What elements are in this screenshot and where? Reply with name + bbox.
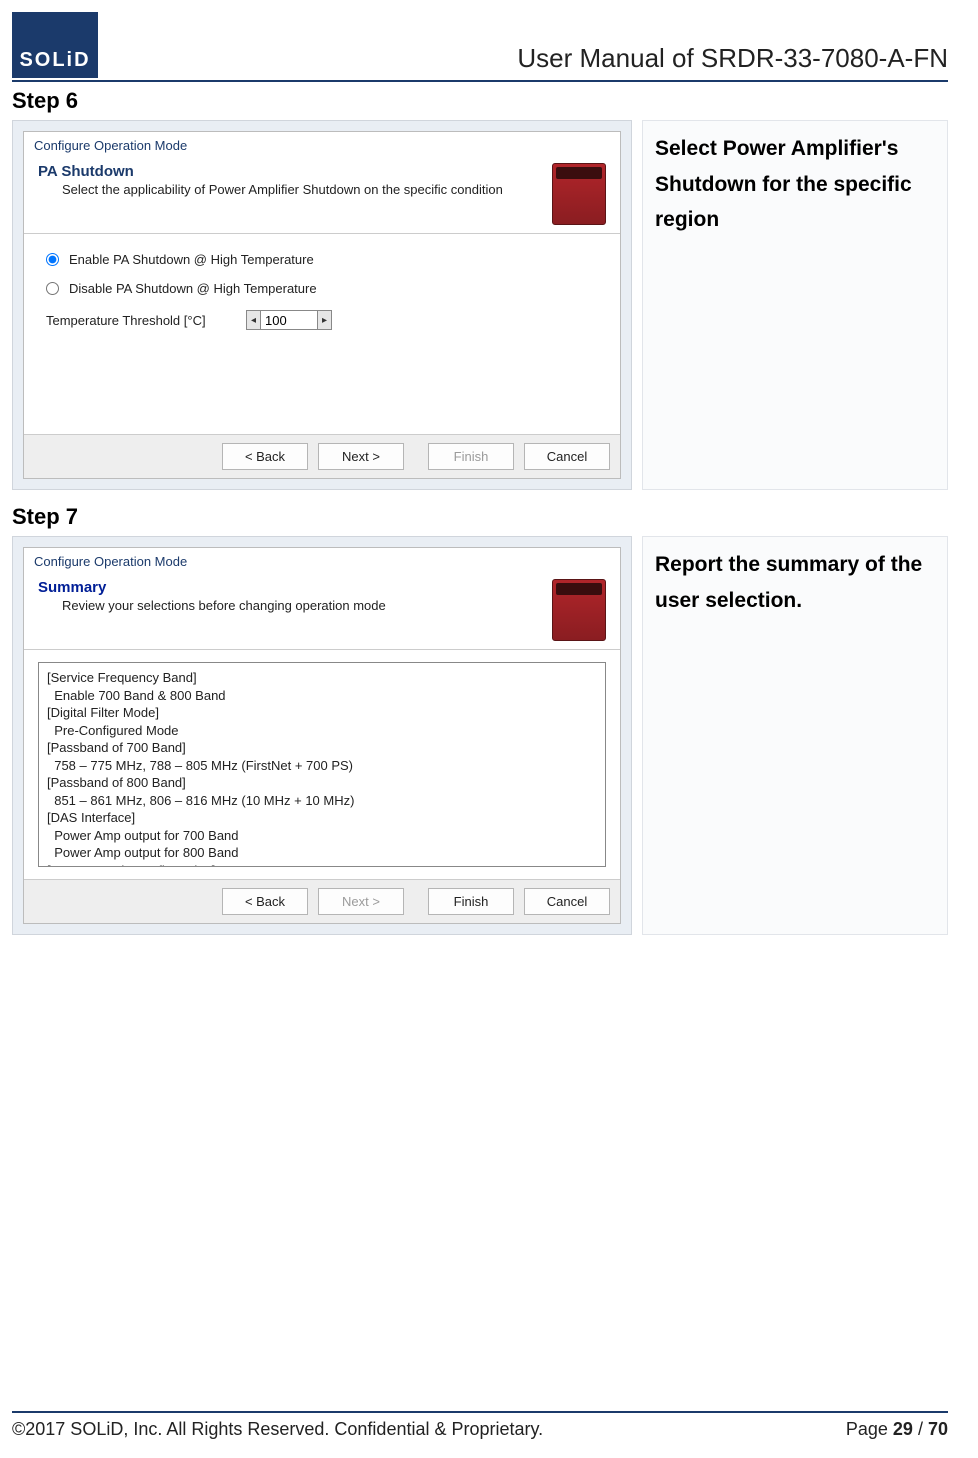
radio-disable-label: Disable PA Shutdown @ High Temperature [69, 281, 317, 296]
logo: SOLiD [12, 12, 98, 78]
radio-enable-row: Enable PA Shutdown @ High Temperature [46, 252, 598, 267]
temp-increment-button[interactable]: ▸ [317, 311, 331, 329]
step6-description: Select Power Amplifier's Shutdown for th… [642, 120, 948, 490]
next-button[interactable]: Next > [318, 443, 404, 470]
finish-button: Finish [428, 443, 514, 470]
step6-window-footer: < Back Next > Finish Cancel [24, 434, 620, 478]
manual-title: User Manual of SRDR-33-7080-A-FN [114, 43, 948, 78]
finish-button[interactable]: Finish [428, 888, 514, 915]
temp-threshold-label: Temperature Threshold [°C] [46, 313, 236, 328]
step7-window: Configure Operation Mode Summary Review … [23, 547, 621, 924]
step7-label: Step 7 [12, 504, 948, 530]
page-header: SOLiD User Manual of SRDR-33-7080-A-FN [12, 12, 948, 82]
summary-textarea[interactable]: [Service Frequency Band] Enable 700 Band… [38, 662, 606, 867]
device-icon [552, 579, 606, 641]
copyright: ©2017 SOLiD, Inc. All Rights Reserved. C… [12, 1419, 543, 1440]
radio-disable-row: Disable PA Shutdown @ High Temperature [46, 281, 598, 296]
step7-window-head: Summary Review your selections before ch… [24, 575, 620, 650]
temp-threshold-input[interactable] [261, 312, 317, 329]
step6-row: Configure Operation Mode PA Shutdown Sel… [12, 120, 948, 490]
radio-enable[interactable] [46, 253, 59, 266]
step7-subheading: Review your selections before changing o… [38, 598, 542, 613]
back-button[interactable]: < Back [222, 888, 308, 915]
radio-enable-label: Enable PA Shutdown @ High Temperature [69, 252, 314, 267]
page-total: 70 [928, 1419, 948, 1439]
step7-window-title: Configure Operation Mode [24, 548, 620, 575]
step7-screenshot-cell: Configure Operation Mode Summary Review … [12, 536, 632, 935]
step7-window-footer: < Back Next > Finish Cancel [24, 879, 620, 923]
page-footer: ©2017 SOLiD, Inc. All Rights Reserved. C… [12, 1411, 948, 1440]
device-icon [552, 163, 606, 225]
step6-window-body: Enable PA Shutdown @ High Temperature Di… [24, 234, 620, 434]
temp-decrement-button[interactable]: ◂ [247, 311, 261, 329]
radio-disable[interactable] [46, 282, 59, 295]
step6-subheading: Select the applicability of Power Amplif… [38, 182, 542, 197]
step6-window-head: PA Shutdown Select the applicability of … [24, 159, 620, 234]
back-button[interactable]: < Back [222, 443, 308, 470]
step7-head-text: Summary Review your selections before ch… [38, 579, 542, 613]
page-sep: / [913, 1419, 928, 1439]
step7-window-body: [Service Frequency Band] Enable 700 Band… [24, 650, 620, 879]
page-prefix: Page [846, 1419, 893, 1439]
step7-description: Report the summary of the user selection… [642, 536, 948, 935]
step6-window: Configure Operation Mode PA Shutdown Sel… [23, 131, 621, 479]
page-current: 29 [893, 1419, 913, 1439]
page-indicator: Page 29 / 70 [846, 1419, 948, 1440]
cancel-button[interactable]: Cancel [524, 888, 610, 915]
temp-threshold-field: ◂ ▸ [246, 310, 332, 330]
step6-heading: PA Shutdown [38, 163, 542, 180]
step6-screenshot-cell: Configure Operation Mode PA Shutdown Sel… [12, 120, 632, 490]
step6-label: Step 6 [12, 88, 948, 114]
step6-window-title: Configure Operation Mode [24, 132, 620, 159]
step7-heading: Summary [38, 579, 542, 596]
cancel-button[interactable]: Cancel [524, 443, 610, 470]
temp-threshold-row: Temperature Threshold [°C] ◂ ▸ [46, 310, 598, 330]
step7-row: Configure Operation Mode Summary Review … [12, 536, 948, 935]
next-button: Next > [318, 888, 404, 915]
step6-head-text: PA Shutdown Select the applicability of … [38, 163, 542, 197]
